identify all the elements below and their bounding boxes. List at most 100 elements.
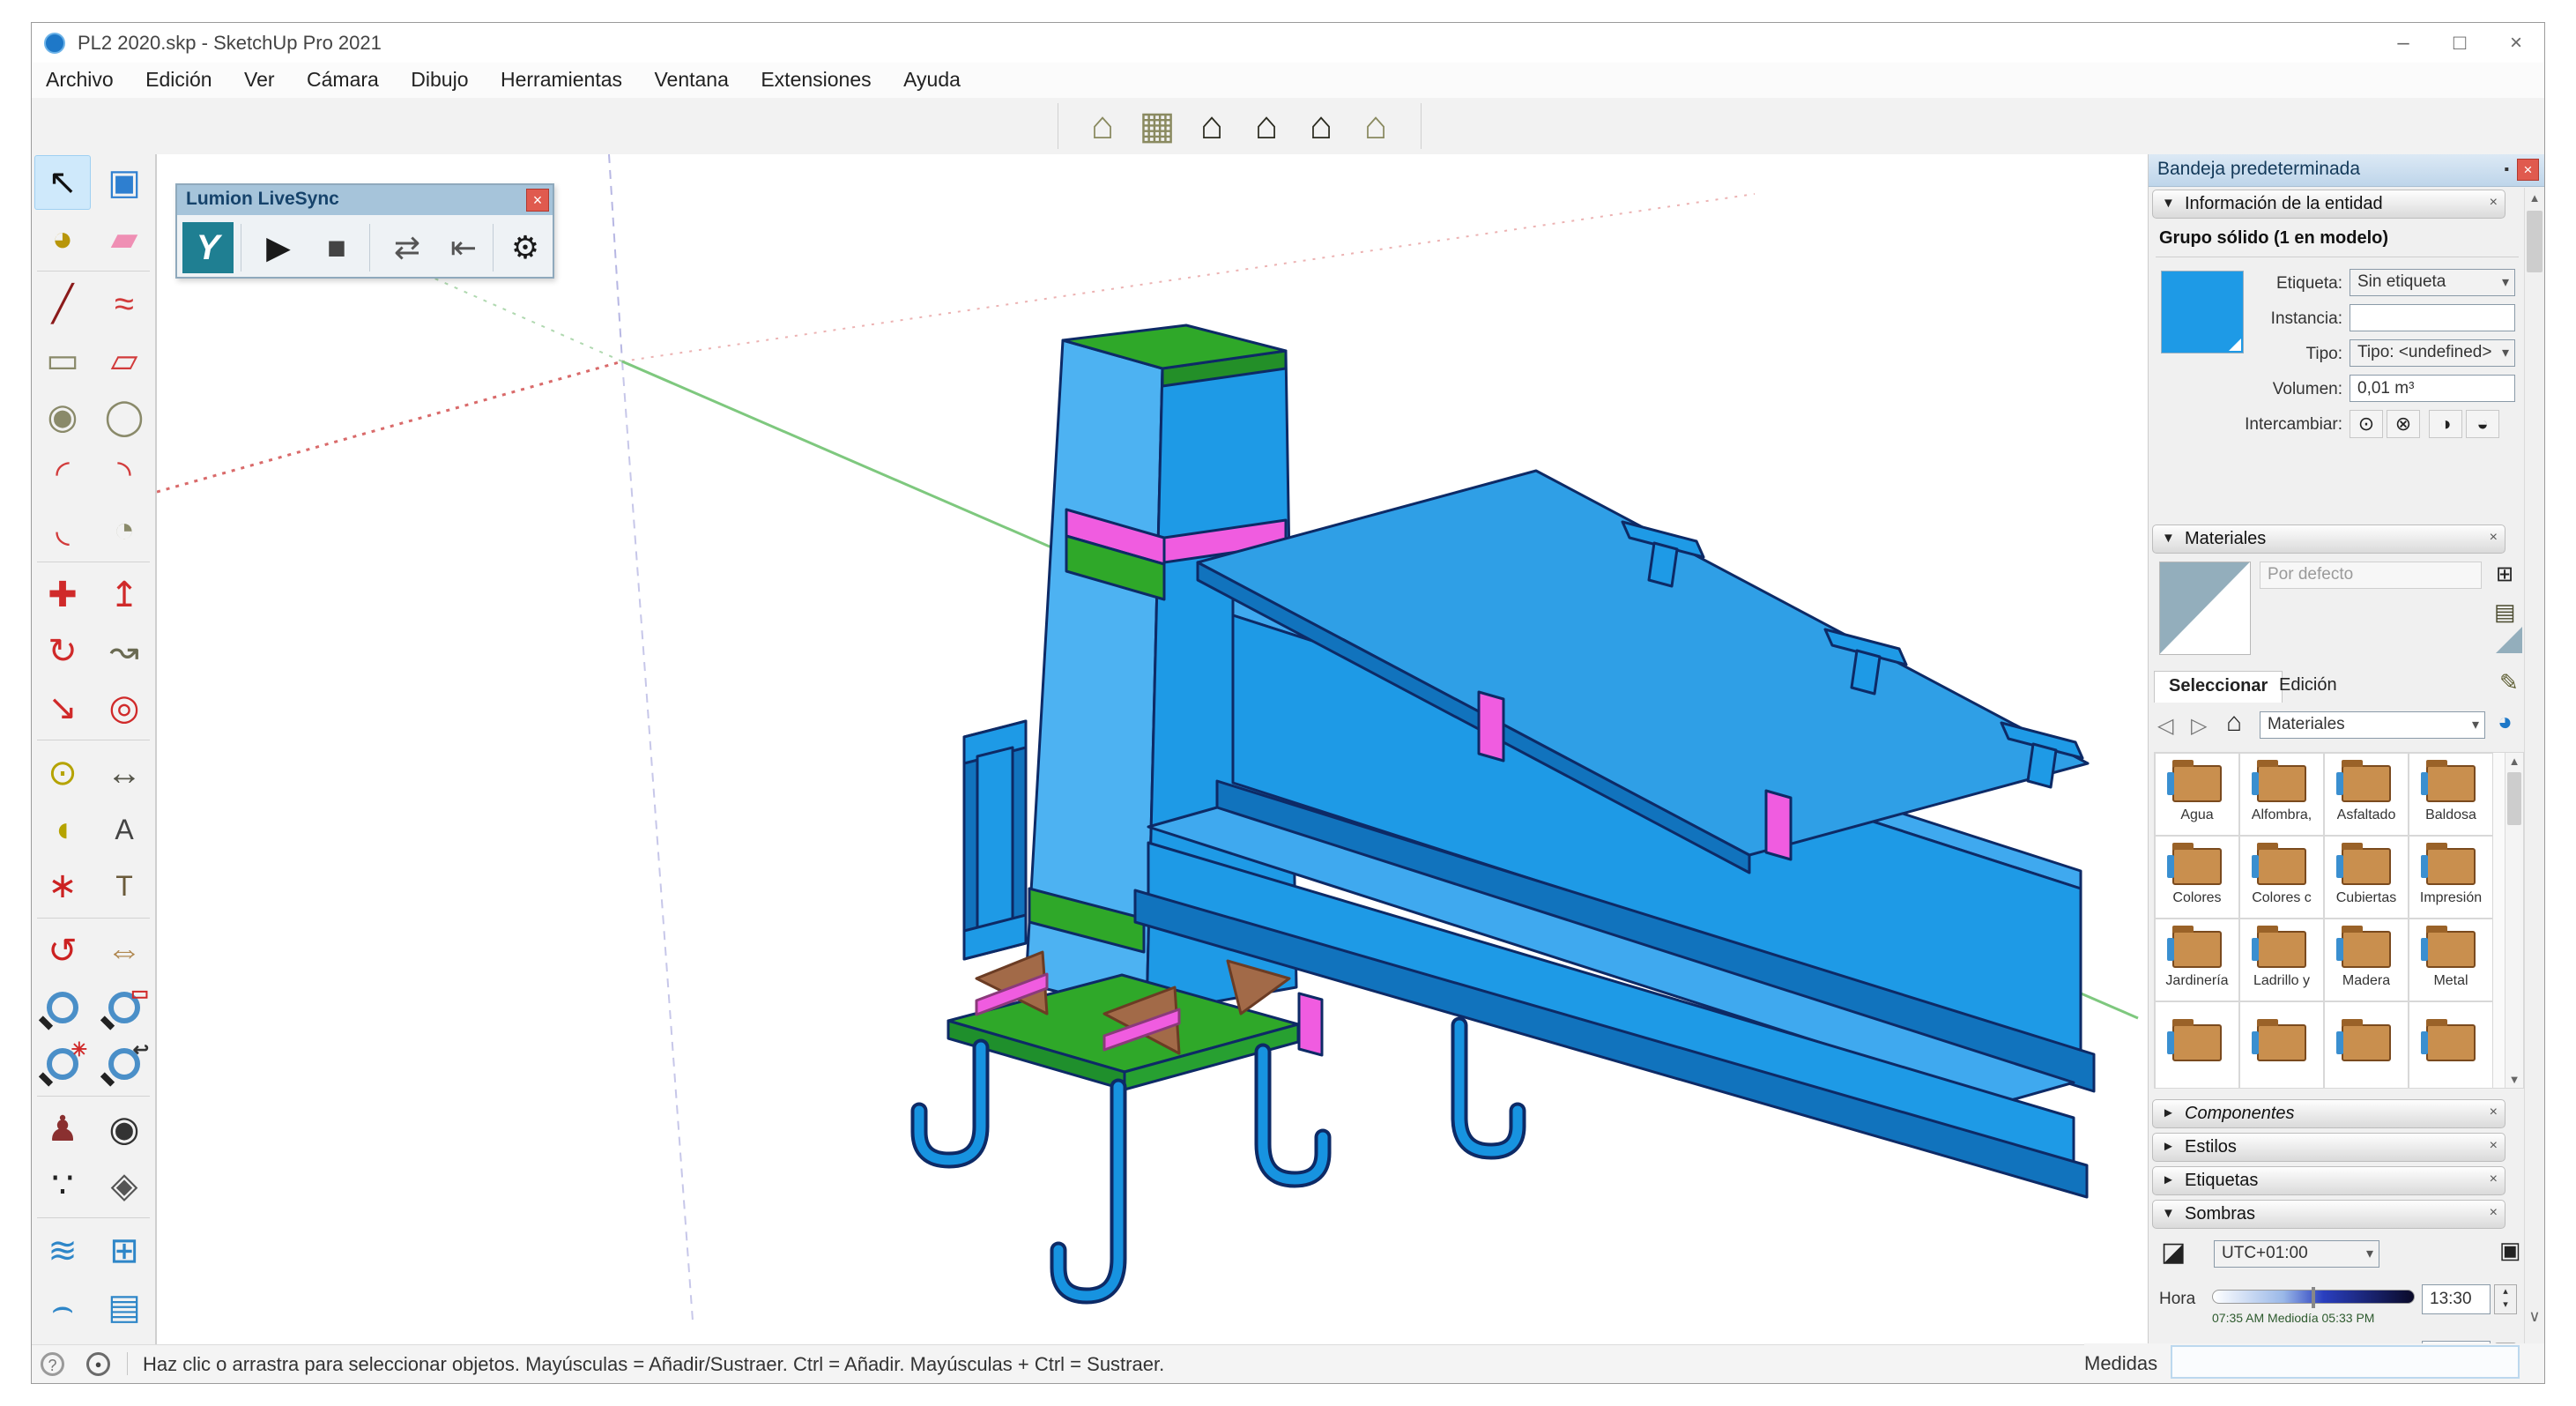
tool-text-button[interactable]: A bbox=[96, 802, 152, 857]
iso-view-button[interactable]: ⌂ bbox=[1077, 103, 1128, 149]
materials-back-icon[interactable]: ◁ bbox=[2157, 713, 2173, 739]
tool-position-camera-button[interactable]: ♟ bbox=[34, 1102, 91, 1157]
folder-item[interactable] bbox=[2324, 1001, 2409, 1089]
etiqueta-dropdown[interactable]: Sin etiqueta ▾ bbox=[2350, 269, 2515, 296]
toggle-locked-button[interactable]: ⊗ bbox=[2387, 410, 2420, 438]
tool-tape-measure-button[interactable]: ⊙ bbox=[34, 746, 91, 800]
pin-icon[interactable]: ▪ bbox=[2504, 162, 2509, 178]
tool-zoom-button[interactable] bbox=[34, 980, 91, 1035]
estilos-close-icon[interactable]: × bbox=[2490, 1138, 2498, 1154]
materials-grid-scrollbar[interactable]: ▲ ▼ bbox=[2505, 753, 2523, 1088]
section-header-materiales[interactable]: ▼ Materiales × bbox=[2152, 524, 2505, 554]
shadow-toggle-icon[interactable]: ◪ bbox=[2161, 1237, 2186, 1268]
hora-slider[interactable] bbox=[2212, 1290, 2415, 1304]
folder-item[interactable] bbox=[2239, 1001, 2324, 1089]
minimize-button[interactable]: – bbox=[2375, 23, 2431, 63]
collapsed-arrow-icon[interactable]: ► bbox=[2162, 1105, 2175, 1120]
folder-colores-c[interactable]: Colores c bbox=[2239, 836, 2324, 919]
tray-scroll-down-icon[interactable]: ∨ bbox=[2525, 1307, 2544, 1326]
folder-cubiertas[interactable]: Cubiertas bbox=[2324, 836, 2409, 919]
menu-dibujo[interactable]: Dibujo bbox=[397, 63, 482, 97]
tool-zoom-previous-button[interactable]: ↩ bbox=[96, 1037, 152, 1091]
toggle-receive-shadows-button[interactable]: ◒ bbox=[2466, 410, 2499, 438]
tool-follow-me-button[interactable]: ↝ bbox=[96, 624, 152, 679]
create-material-icon[interactable]: ▤ bbox=[2494, 599, 2516, 626]
menu-archivo[interactable]: Archivo bbox=[32, 63, 128, 97]
tool-push-pull-button[interactable]: ↥ bbox=[96, 568, 152, 622]
shadow-display-icon[interactable]: ▣ bbox=[2499, 1237, 2521, 1264]
eyedropper-icon[interactable]: ✎ bbox=[2499, 669, 2519, 696]
folder-metal[interactable]: Metal bbox=[2409, 919, 2493, 1001]
menu-ayuda[interactable]: Ayuda bbox=[889, 63, 975, 97]
tool-orbit-button[interactable]: ↺ bbox=[34, 924, 91, 978]
medidas-input[interactable] bbox=[2171, 1345, 2520, 1379]
expand-arrow-icon[interactable]: ▼ bbox=[2162, 531, 2175, 546]
maximize-button[interactable]: □ bbox=[2431, 23, 2488, 63]
tool-sandbox-from-contours-button[interactable]: ≋ bbox=[34, 1224, 91, 1278]
tipo-dropdown[interactable]: Tipo: <undefined> ▾ bbox=[2350, 339, 2515, 367]
materials-home-icon[interactable]: ⌂ bbox=[2226, 708, 2242, 738]
materiales-close-icon[interactable]: × bbox=[2490, 530, 2498, 546]
tool-section-plane-button[interactable]: ◈ bbox=[96, 1158, 152, 1213]
tool-offset-button[interactable]: ◎ bbox=[96, 681, 152, 735]
grid-scroll-down-icon[interactable]: ▼ bbox=[2505, 1073, 2523, 1086]
tool-make-component-button[interactable]: ▣ bbox=[96, 155, 152, 210]
materials-forward-icon[interactable]: ▷ bbox=[2191, 713, 2207, 739]
top-view-button[interactable]: ▦ bbox=[1132, 103, 1183, 149]
entity-info-close-icon[interactable]: × bbox=[2490, 195, 2498, 211]
tool-arc-button[interactable]: ◜ bbox=[34, 446, 91, 501]
section-header-etiquetas[interactable]: ► Etiquetas × bbox=[2152, 1166, 2505, 1195]
collapsed-arrow-icon[interactable]: ► bbox=[2162, 1139, 2175, 1154]
geolocation-icon[interactable]: ● bbox=[86, 1352, 110, 1376]
tool-zoom-window-button[interactable]: ▭ bbox=[96, 980, 152, 1035]
tool-3d-text-button[interactable]: T bbox=[96, 859, 152, 913]
back-view-button[interactable]: ⌂ bbox=[1295, 103, 1347, 149]
tool-dimension-button[interactable]: ↔ bbox=[96, 746, 152, 800]
folder-asfaltado[interactable]: Asfaltado bbox=[2324, 753, 2409, 836]
instancia-input[interactable] bbox=[2350, 304, 2515, 331]
expand-arrow-icon[interactable]: ▼ bbox=[2162, 1206, 2175, 1221]
tool-line-button[interactable]: ╱ bbox=[34, 277, 91, 331]
expand-arrow-icon[interactable]: ▼ bbox=[2162, 196, 2175, 211]
folder-item[interactable] bbox=[2409, 1001, 2493, 1089]
close-button[interactable]: × bbox=[2488, 23, 2544, 63]
toggle-hidden-button[interactable]: ⊙ bbox=[2350, 410, 2383, 438]
tool-eraser-button[interactable]: ▰ bbox=[96, 212, 152, 266]
tray-header[interactable]: Bandeja predeterminada ▪ × bbox=[2149, 154, 2544, 187]
materials-details-icon[interactable]: ◕ bbox=[2498, 708, 2513, 736]
tool-select-button[interactable]: ↖ bbox=[34, 155, 91, 210]
spin-up-icon[interactable]: ▴ bbox=[2495, 1285, 2516, 1298]
materials-collection-dropdown[interactable]: Materiales ▾ bbox=[2260, 711, 2485, 739]
tool-pie-button[interactable]: ◔ bbox=[96, 502, 152, 557]
menu-extensiones[interactable]: Extensiones bbox=[746, 63, 885, 97]
tool-rotated-rectangle-button[interactable]: ▱ bbox=[96, 333, 152, 388]
tool-protractor-button[interactable]: ◖ bbox=[34, 802, 91, 857]
tool-smoove-button[interactable]: ⌢ bbox=[34, 1280, 91, 1335]
folder-jardineria[interactable]: Jardinería bbox=[2155, 919, 2239, 1001]
lumion-play-button[interactable]: ▶ bbox=[253, 222, 304, 273]
lumion-title-bar[interactable]: Lumion LiveSync × bbox=[177, 185, 553, 215]
tool-pan-button[interactable]: ⇔ bbox=[96, 924, 152, 978]
spin-down-icon[interactable]: ▾ bbox=[2495, 1298, 2516, 1312]
componentes-close-icon[interactable]: × bbox=[2490, 1105, 2498, 1120]
tool-axes-button[interactable]: ∗ bbox=[34, 859, 91, 913]
tool-sandbox-from-scratch-button[interactable]: ⊞ bbox=[96, 1224, 152, 1278]
tool-three-point-arc-button[interactable]: ◟ bbox=[34, 502, 91, 557]
utc-dropdown[interactable]: UTC+01:00 ▾ bbox=[2214, 1240, 2379, 1268]
tab-edicion[interactable]: Edición bbox=[2265, 671, 2351, 703]
tool-rotate-button[interactable]: ↻ bbox=[34, 624, 91, 679]
hora-spinner[interactable]: ▴ ▾ bbox=[2494, 1284, 2517, 1314]
grid-scroll-thumb[interactable] bbox=[2507, 772, 2521, 825]
tool-two-point-arc-button[interactable]: ◝ bbox=[96, 446, 152, 501]
sombras-close-icon[interactable]: × bbox=[2490, 1205, 2498, 1221]
folder-madera[interactable]: Madera bbox=[2324, 919, 2409, 1001]
grid-scroll-up-icon[interactable]: ▲ bbox=[2505, 755, 2523, 768]
tool-move-button[interactable]: ✚ bbox=[34, 568, 91, 622]
section-header-entity-info[interactable]: ▼ Información de la entidad × bbox=[2152, 190, 2505, 219]
menu-edicion[interactable]: Edición bbox=[131, 63, 226, 97]
model-3d-steel-connection[interactable] bbox=[157, 154, 2148, 1345]
hora-value-input[interactable] bbox=[2422, 1284, 2491, 1314]
folder-alfombra[interactable]: Alfombra, bbox=[2239, 753, 2324, 836]
menu-herramientas[interactable]: Herramientas bbox=[486, 63, 636, 97]
tool-scale-button[interactable]: ↘ bbox=[34, 681, 91, 735]
